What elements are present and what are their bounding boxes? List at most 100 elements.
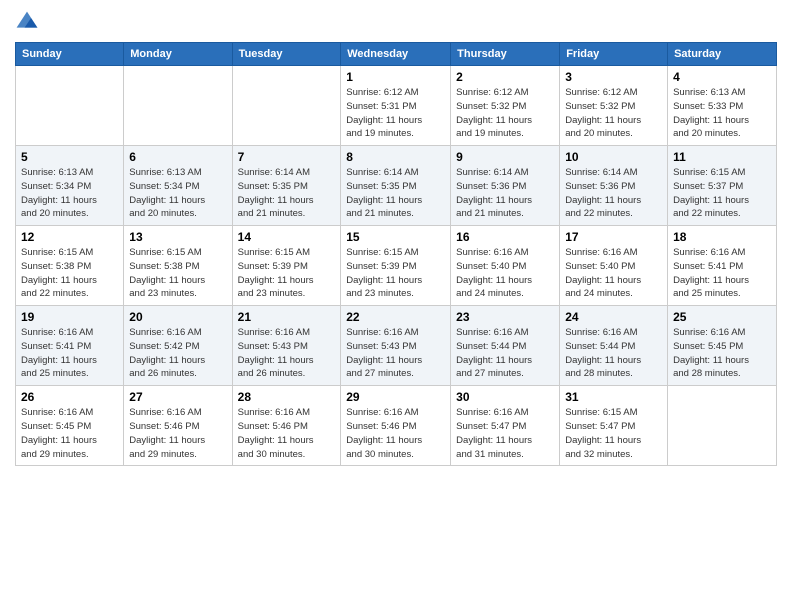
day-info: Sunrise: 6:16 AMSunset: 5:42 PMDaylight:… [129,326,226,381]
day-info: Sunrise: 6:15 AMSunset: 5:37 PMDaylight:… [673,166,771,221]
calendar-week-row: 19 Sunrise: 6:16 AMSunset: 5:41 PMDayligh… [16,306,777,386]
day-info: Sunrise: 6:15 AMSunset: 5:38 PMDaylight:… [21,246,118,301]
day-number: 15 [346,230,445,244]
day-number: 13 [129,230,226,244]
day-number: 5 [21,150,118,164]
calendar-cell [232,66,341,146]
calendar-cell: 17 Sunrise: 6:16 AMSunset: 5:40 PMDayligh… [560,226,668,306]
day-info: Sunrise: 6:16 AMSunset: 5:46 PMDaylight:… [129,406,226,461]
weekday-header-row: SundayMondayTuesdayWednesdayThursdayFrid… [16,43,777,66]
calendar-cell: 8 Sunrise: 6:14 AMSunset: 5:35 PMDaylight… [341,146,451,226]
day-number: 16 [456,230,554,244]
day-number: 17 [565,230,662,244]
day-number: 4 [673,70,771,84]
page: SundayMondayTuesdayWednesdayThursdayFrid… [0,0,792,612]
day-info: Sunrise: 6:16 AMSunset: 5:43 PMDaylight:… [238,326,336,381]
day-number: 25 [673,310,771,324]
day-number: 20 [129,310,226,324]
calendar-cell: 16 Sunrise: 6:16 AMSunset: 5:40 PMDayligh… [451,226,560,306]
day-info: Sunrise: 6:13 AMSunset: 5:33 PMDaylight:… [673,86,771,141]
calendar-cell: 3 Sunrise: 6:12 AMSunset: 5:32 PMDaylight… [560,66,668,146]
day-info: Sunrise: 6:16 AMSunset: 5:45 PMDaylight:… [21,406,118,461]
day-info: Sunrise: 6:13 AMSunset: 5:34 PMDaylight:… [129,166,226,221]
day-number: 22 [346,310,445,324]
day-info: Sunrise: 6:16 AMSunset: 5:41 PMDaylight:… [673,246,771,301]
day-info: Sunrise: 6:16 AMSunset: 5:46 PMDaylight:… [346,406,445,461]
calendar-cell [16,66,124,146]
calendar-cell [124,66,232,146]
calendar-cell: 12 Sunrise: 6:15 AMSunset: 5:38 PMDayligh… [16,226,124,306]
day-number: 29 [346,390,445,404]
calendar-cell: 9 Sunrise: 6:14 AMSunset: 5:36 PMDaylight… [451,146,560,226]
day-number: 11 [673,150,771,164]
calendar-cell: 31Sunrise: 6:15 AMSunset: 5:47 PMDayligh… [560,386,668,466]
calendar-cell: 14Sunrise: 6:15 AMSunset: 5:39 PMDayligh… [232,226,341,306]
day-info: Sunrise: 6:15 AMSunset: 5:39 PMDaylight:… [346,246,445,301]
weekday-header-cell: Saturday [668,43,777,66]
calendar-cell: 18 Sunrise: 6:16 AMSunset: 5:41 PMDayligh… [668,226,777,306]
calendar-cell: 25Sunrise: 6:16 AMSunset: 5:45 PMDayligh… [668,306,777,386]
calendar-cell: 19 Sunrise: 6:16 AMSunset: 5:41 PMDayligh… [16,306,124,386]
day-info: Sunrise: 6:16 AMSunset: 5:40 PMDaylight:… [456,246,554,301]
day-info: Sunrise: 6:14 AMSunset: 5:35 PMDaylight:… [346,166,445,221]
calendar-cell: 11 Sunrise: 6:15 AMSunset: 5:37 PMDayligh… [668,146,777,226]
day-number: 8 [346,150,445,164]
calendar-cell [668,386,777,466]
calendar-cell: 27 Sunrise: 6:16 AMSunset: 5:46 PMDayligh… [124,386,232,466]
calendar-cell: 7 Sunrise: 6:14 AMSunset: 5:35 PMDaylight… [232,146,341,226]
day-number: 23 [456,310,554,324]
day-info: Sunrise: 6:12 AMSunset: 5:32 PMDaylight:… [565,86,662,141]
day-info: Sunrise: 6:14 AMSunset: 5:36 PMDaylight:… [456,166,554,221]
calendar-cell: 26Sunrise: 6:16 AMSunset: 5:45 PMDayligh… [16,386,124,466]
day-info: Sunrise: 6:13 AMSunset: 5:34 PMDaylight:… [21,166,118,221]
calendar-week-row: 5 Sunrise: 6:13 AMSunset: 5:34 PMDaylight… [16,146,777,226]
day-number: 3 [565,70,662,84]
calendar-cell: 6 Sunrise: 6:13 AMSunset: 5:34 PMDaylight… [124,146,232,226]
calendar-cell: 29 Sunrise: 6:16 AMSunset: 5:46 PMDayligh… [341,386,451,466]
calendar-cell: 1Sunrise: 6:12 AMSunset: 5:31 PMDaylight… [341,66,451,146]
day-number: 18 [673,230,771,244]
weekday-header-cell: Sunday [16,43,124,66]
day-info: Sunrise: 6:16 AMSunset: 5:41 PMDaylight:… [21,326,118,381]
calendar-cell: 13 Sunrise: 6:15 AMSunset: 5:38 PMDayligh… [124,226,232,306]
calendar-week-row: 26Sunrise: 6:16 AMSunset: 5:45 PMDayligh… [16,386,777,466]
weekday-header-cell: Thursday [451,43,560,66]
day-info: Sunrise: 6:16 AMSunset: 5:40 PMDaylight:… [565,246,662,301]
day-number: 21 [238,310,336,324]
day-number: 30 [456,390,554,404]
calendar-cell: 4 Sunrise: 6:13 AMSunset: 5:33 PMDaylight… [668,66,777,146]
calendar-cell: 24Sunrise: 6:16 AMSunset: 5:44 PMDayligh… [560,306,668,386]
day-number: 28 [238,390,336,404]
weekday-header-cell: Monday [124,43,232,66]
day-number: 6 [129,150,226,164]
weekday-header-cell: Wednesday [341,43,451,66]
day-info: Sunrise: 6:16 AMSunset: 5:47 PMDaylight:… [456,406,554,461]
calendar-cell: 21 Sunrise: 6:16 AMSunset: 5:43 PMDayligh… [232,306,341,386]
day-info: Sunrise: 6:16 AMSunset: 5:46 PMDaylight:… [238,406,336,461]
calendar-cell: 23 Sunrise: 6:16 AMSunset: 5:44 PMDayligh… [451,306,560,386]
day-number: 27 [129,390,226,404]
day-info: Sunrise: 6:16 AMSunset: 5:43 PMDaylight:… [346,326,445,381]
calendar-cell: 5 Sunrise: 6:13 AMSunset: 5:34 PMDaylight… [16,146,124,226]
day-info: Sunrise: 6:15 AMSunset: 5:38 PMDaylight:… [129,246,226,301]
day-number: 2 [456,70,554,84]
day-number: 7 [238,150,336,164]
logo [15,10,43,34]
weekday-header-cell: Friday [560,43,668,66]
day-info: Sunrise: 6:14 AMSunset: 5:36 PMDaylight:… [565,166,662,221]
day-info: Sunrise: 6:16 AMSunset: 5:44 PMDaylight:… [565,326,662,381]
day-number: 12 [21,230,118,244]
calendar-cell: 28 Sunrise: 6:16 AMSunset: 5:46 PMDayligh… [232,386,341,466]
day-info: Sunrise: 6:14 AMSunset: 5:35 PMDaylight:… [238,166,336,221]
calendar-cell: 10 Sunrise: 6:14 AMSunset: 5:36 PMDayligh… [560,146,668,226]
day-info: Sunrise: 6:12 AMSunset: 5:31 PMDaylight:… [346,86,445,141]
day-number: 19 [21,310,118,324]
day-info: Sunrise: 6:12 AMSunset: 5:32 PMDaylight:… [456,86,554,141]
calendar-cell: 30 Sunrise: 6:16 AMSunset: 5:47 PMDayligh… [451,386,560,466]
day-info: Sunrise: 6:16 AMSunset: 5:44 PMDaylight:… [456,326,554,381]
day-number: 9 [456,150,554,164]
day-number: 10 [565,150,662,164]
day-number: 31 [565,390,662,404]
logo-icon [15,10,39,34]
header [15,10,777,34]
